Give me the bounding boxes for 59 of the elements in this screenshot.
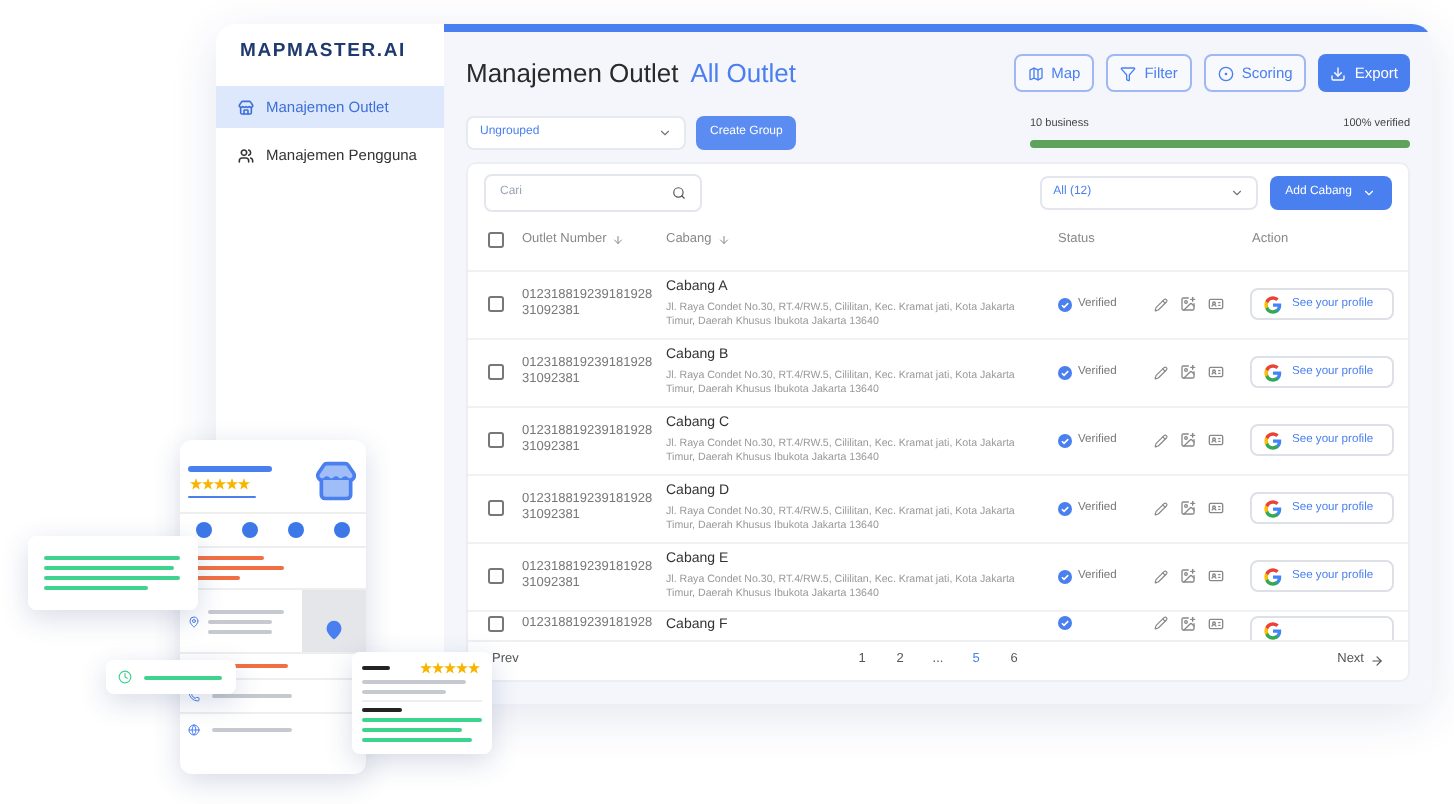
edit-icon[interactable] (1154, 365, 1168, 379)
page-title: Manajemen Outlet (466, 56, 679, 92)
profile-button[interactable] (1250, 615, 1394, 639)
checkbox[interactable] (487, 432, 503, 448)
image-plus-icon[interactable] (1180, 364, 1196, 380)
verified-check-icon (1058, 569, 1072, 583)
card-icon[interactable] (1208, 568, 1224, 584)
store-icon (314, 460, 358, 504)
image-plus-icon[interactable] (1180, 568, 1196, 584)
google-icon (1264, 363, 1282, 381)
image-plus-icon[interactable] (1180, 615, 1196, 631)
card-icon[interactable] (1208, 615, 1224, 631)
map-icon (1027, 65, 1044, 82)
google-icon (1264, 295, 1282, 313)
page-subtitle[interactable]: All Outlet (690, 54, 796, 93)
verified-check-icon (1058, 365, 1072, 379)
rating-stars-icon (418, 662, 482, 674)
google-icon (1264, 499, 1282, 517)
map-pin-icon (324, 620, 344, 640)
edit-icon[interactable] (1154, 501, 1168, 515)
edit-icon[interactable] (1154, 569, 1168, 583)
search-icon (672, 185, 686, 199)
globe-icon (188, 724, 200, 736)
download-icon (1330, 65, 1347, 82)
google-icon (1264, 622, 1282, 639)
filter-icon (1120, 65, 1137, 82)
chevron-down-icon (658, 125, 672, 139)
image-plus-icon[interactable] (1180, 500, 1196, 516)
map-pin-icon (188, 615, 200, 627)
card-icon[interactable] (1208, 432, 1224, 448)
google-icon (1264, 567, 1282, 585)
verified-check-icon (1058, 501, 1072, 515)
image-plus-icon[interactable] (1180, 296, 1196, 312)
chevron-down-icon (1362, 185, 1376, 199)
card-icon[interactable] (1208, 364, 1224, 380)
checkbox[interactable] (487, 364, 503, 380)
card-icon[interactable] (1208, 500, 1224, 516)
verified-check-icon (1058, 433, 1072, 447)
checkbox[interactable] (487, 500, 503, 516)
edit-icon[interactable] (1154, 297, 1168, 311)
clock-icon (118, 670, 132, 684)
checkbox[interactable] (487, 232, 503, 248)
google-icon (1264, 431, 1282, 449)
chevron-down-icon (1229, 185, 1244, 199)
edit-icon[interactable] (1154, 616, 1168, 630)
checkbox[interactable] (487, 615, 503, 631)
rating-stars-icon (188, 477, 252, 490)
verified-check-icon (1058, 297, 1072, 311)
target-icon (1217, 65, 1234, 82)
edit-icon[interactable] (1154, 433, 1168, 447)
checkbox[interactable] (487, 568, 503, 584)
arrow-right-icon (1370, 653, 1384, 667)
checkbox[interactable] (487, 296, 503, 312)
users-icon (238, 147, 254, 164)
logo: MAPMASTER.AI (240, 38, 406, 66)
store-icon (238, 99, 254, 116)
image-plus-icon[interactable] (1180, 432, 1196, 448)
card-icon[interactable] (1208, 296, 1224, 312)
verified-check-icon (1058, 615, 1072, 629)
